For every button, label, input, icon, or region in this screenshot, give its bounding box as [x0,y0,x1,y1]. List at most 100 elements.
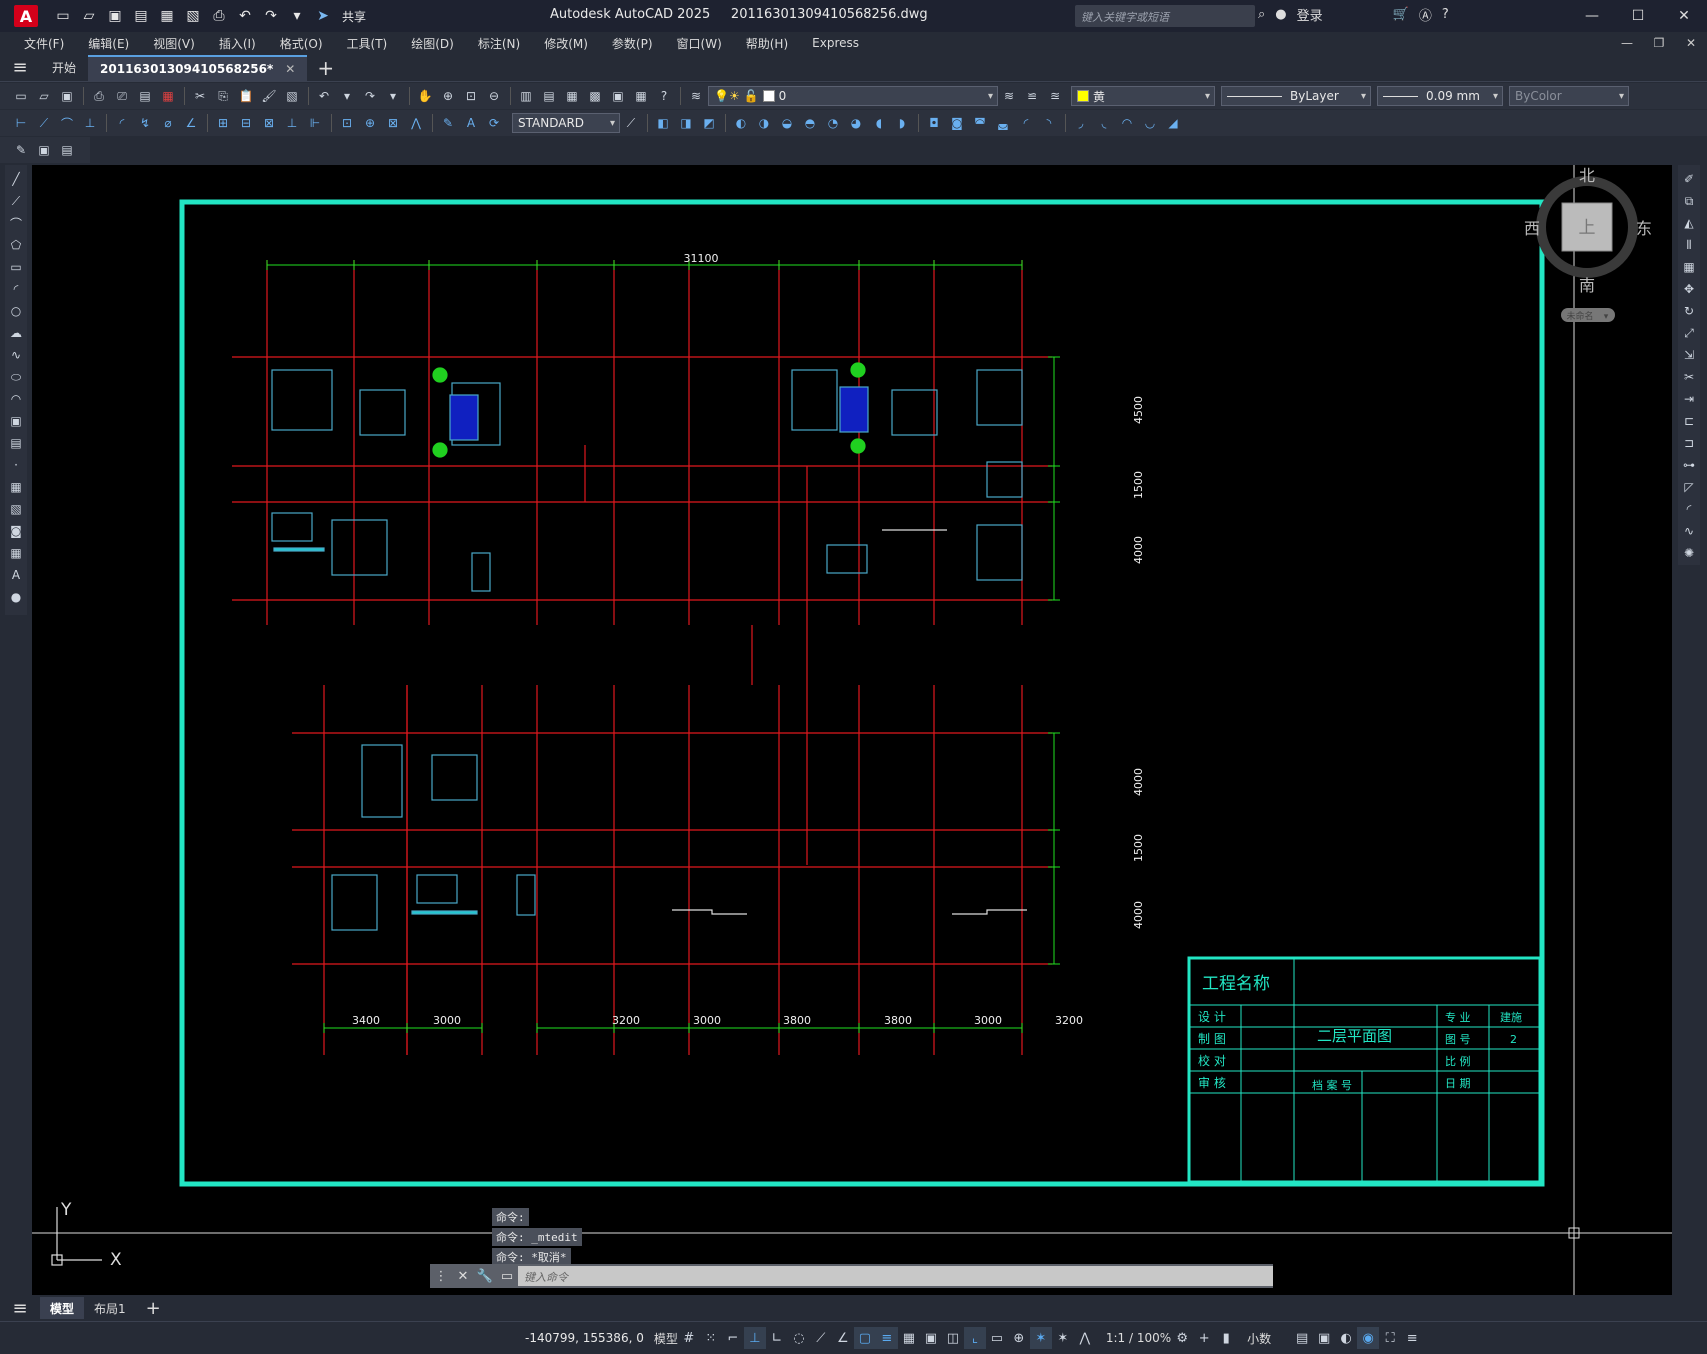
chamfer-icon[interactable]: ◸ [1680,477,1698,497]
new-tab-icon[interactable]: + [317,56,334,80]
tool-palettes-icon[interactable]: ▦ [561,85,583,107]
export-icon[interactable]: ▧ [182,5,204,27]
modeling-presspull-icon[interactable]: ◗ [891,112,913,134]
polyline-icon[interactable]: ⌒ [7,213,25,233]
zoom-realtime-icon[interactable]: ⊕ [437,85,459,107]
tab-layout1[interactable]: 布局1 [84,1297,136,1319]
cart-icon[interactable]: 🛒 [1393,7,1409,22]
mtext-icon[interactable]: A [7,565,25,585]
menu-dimension[interactable]: 标注(N) [466,35,532,52]
dynamic-input-icon[interactable]: ⊥ [743,1327,766,1349]
compass-north[interactable]: 北 [1579,166,1595,185]
dim-text-edit-icon[interactable]: A [460,112,482,134]
erase-icon[interactable]: ✐ [1680,169,1698,189]
menu-parametric[interactable]: 参数(P) [600,35,665,52]
inspection-icon[interactable]: ⊠ [382,112,404,134]
dim-angular-icon[interactable]: ∠ [180,112,202,134]
tab-start[interactable]: 开始 [40,55,88,81]
command-input[interactable]: 键入命令 [518,1266,1273,1286]
point-icon[interactable]: · [7,455,25,475]
customization-icon[interactable]: ≡ [1401,1327,1423,1349]
join-icon[interactable]: ⊶ [1680,455,1698,475]
menu-tools[interactable]: 工具(T) [335,35,400,52]
transparency-icon[interactable]: ▦ [898,1327,920,1349]
modeling-loft-icon[interactable]: ◚ [969,112,991,134]
redo-dropdown-icon[interactable]: ▾ [382,85,404,107]
construction-line-icon[interactable]: ⟋ [7,191,25,211]
center-mark-icon[interactable]: ⊕ [359,112,381,134]
doc-minimize-icon[interactable]: — [1611,32,1643,54]
new-layout-icon[interactable]: + [136,1297,171,1319]
3d-print-icon[interactable]: ▦ [157,85,179,107]
attedit-icon[interactable]: ▣ [33,139,55,161]
drawing-canvas[interactable]: 31100 3400 3000 3200 3000 3800 3800 3000… [32,165,1672,1295]
lineweight-dropdown[interactable]: 0.09 mm [1377,86,1503,106]
infer-icon[interactable]: ⌐ [722,1327,744,1349]
design-center-icon[interactable]: ▤ [538,85,560,107]
modeling-slice-icon[interactable]: ◢ [1162,112,1184,134]
minimize-icon[interactable]: — [1569,0,1615,32]
modeling-torus-icon[interactable]: ◒ [776,112,798,134]
attdef-icon[interactable]: ✎ [10,139,32,161]
array-icon[interactable]: ▦ [1680,257,1698,277]
share-button[interactable]: 共享 [342,8,366,25]
rectangle-icon[interactable]: ▭ [7,257,25,277]
login-button[interactable]: 登录 [1297,5,1323,24]
properties-icon[interactable]: ▥ [515,85,537,107]
blend-curves-icon[interactable]: ∿ [1680,521,1698,541]
doc-restore-icon[interactable]: ❐ [1643,32,1675,54]
modeling-3drotate-icon[interactable]: ◟ [1093,112,1115,134]
tolerance-icon[interactable]: ⊡ [336,112,358,134]
dim-edit-icon[interactable]: ✎ [437,112,459,134]
modeling-union-icon[interactable]: ◛ [992,112,1014,134]
tab-model[interactable]: 模型 [40,1297,85,1319]
modeling-pyramid-icon[interactable]: ◓ [799,112,821,134]
color-dropdown[interactable]: 黄 [1071,86,1215,106]
help-tb-icon[interactable]: ? [653,85,675,107]
save-icon[interactable]: ▣ [104,5,126,27]
ortho-icon[interactable]: ∟ [766,1327,788,1349]
modeling-sweep-icon[interactable]: ◘ [923,112,945,134]
quick-properties-icon[interactable]: ▤ [1291,1327,1313,1349]
pan-icon[interactable]: ✋ [414,85,436,107]
revision-cloud-icon[interactable]: ☁ [7,323,25,343]
add-selected-icon[interactable]: ● [7,587,25,607]
circle-icon[interactable]: ○ [7,301,25,321]
snap-icon[interactable]: ⁙ [700,1327,722,1349]
close-icon[interactable]: ✕ [1661,0,1707,32]
user-icon[interactable]: ● [1275,7,1286,22]
customize-dropdown-icon[interactable]: ▾ [286,5,308,27]
menu-modify[interactable]: 修改(M) [532,35,600,52]
menu-file[interactable]: 文件(F) [12,35,76,52]
modeling-3dalign-icon[interactable]: ◠ [1116,112,1138,134]
layer-states-icon[interactable]: ≊ [1044,85,1066,107]
dim-radius-icon[interactable]: ◜ [111,112,133,134]
viewcube-top-label[interactable]: 上 [1579,218,1596,238]
quick-dim-icon[interactable]: ⊞ [212,112,234,134]
plot-preview-icon[interactable]: ⎚ [111,85,133,107]
insert-block-icon[interactable]: ▣ [7,411,25,431]
scale-icon[interactable]: ⤢ [1680,323,1698,343]
open-icon[interactable]: ▱ [33,85,55,107]
mirror-icon[interactable]: ◭ [1680,213,1698,233]
modeling-revolve-icon[interactable]: ◙ [946,112,968,134]
menu-draw[interactable]: 绘图(D) [399,35,466,52]
dim-arc-icon[interactable]: ⌒ [56,112,78,134]
fillet-icon[interactable]: ◜ [1680,499,1698,519]
paste-icon[interactable]: 📋 [235,85,257,107]
menu-window[interactable]: 窗口(W) [665,35,734,52]
cut-icon[interactable]: ✂ [189,85,211,107]
grip-icon[interactable]: ⋮ [430,1269,452,1284]
ellipse-icon[interactable]: ⬭ [7,367,25,387]
line-icon[interactable]: ╱ [7,169,25,189]
modeling-helix-icon[interactable]: ◔ [822,112,844,134]
markup-icon[interactable]: ▣ [607,85,629,107]
linetype-dropdown[interactable]: ByLayer [1221,86,1371,106]
wcs-dropdown-icon[interactable]: ▾ [1604,312,1609,322]
spline-icon[interactable]: ∿ [7,345,25,365]
layer-previous-icon[interactable]: ≌ [1021,85,1043,107]
dynamic-ucs-icon[interactable]: ⌞ [963,1327,986,1349]
maximize-icon[interactable]: ☐ [1615,0,1661,32]
menu-edit[interactable]: 编辑(E) [76,35,141,52]
doc-close-icon[interactable]: ✕ [1675,32,1707,54]
